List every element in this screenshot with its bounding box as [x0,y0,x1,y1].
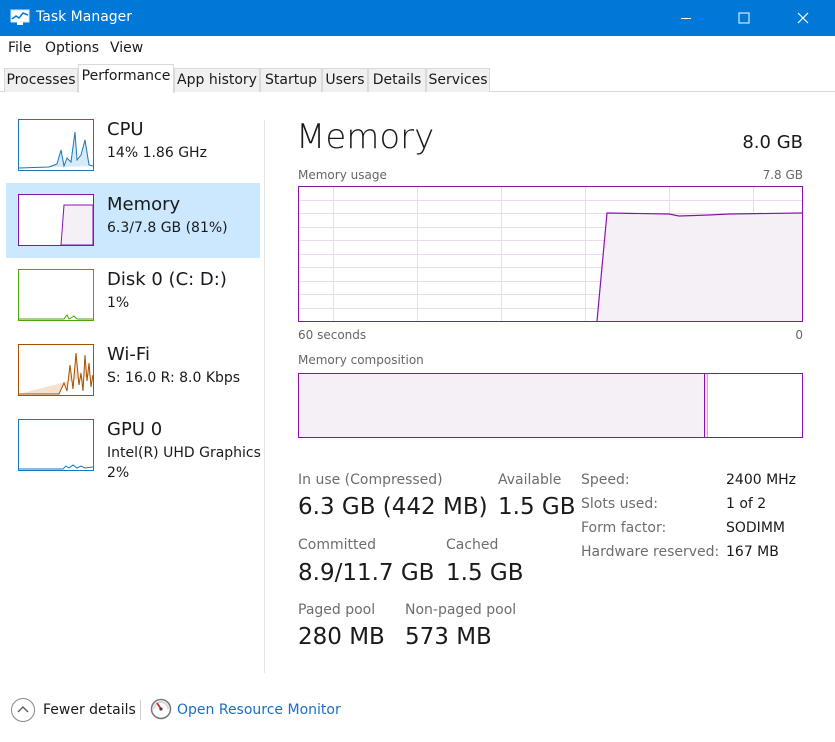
memory-thumbnail-graph [18,194,94,246]
sidebar-item-wifi[interactable]: Wi-Fi S: 16.0 R: 8.0 Kbps [6,333,260,408]
memory-composition-bar [298,373,803,438]
task-manager-icon [10,9,30,25]
maximize-button[interactable] [714,0,774,36]
resource-monitor-icon [150,698,172,720]
sidebar-item-detail-2: 2% [107,465,130,481]
tab-strip: Processes Performance App history Startu… [0,64,835,93]
sidebar-item-label: Memory [107,194,181,215]
chevron-up-icon[interactable] [11,698,35,722]
memory-usage-graph [298,186,803,322]
tab-users[interactable]: Users [322,68,368,92]
paged-pool-value: 280 MB [298,624,385,650]
committed-value: 8.9/11.7 GB [298,560,435,586]
in-use-value: 6.3 GB (442 MB) [298,494,488,520]
sidebar-item-cpu[interactable]: CPU 14% 1.86 GHz [6,108,260,183]
non-paged-pool-value: 573 MB [405,624,492,650]
graph-time-left: 60 seconds [298,328,367,342]
tab-details[interactable]: Details [368,68,426,92]
hardware-reserved-label: Hardware reserved: [581,544,720,560]
tab-performance[interactable]: Performance [78,64,174,93]
tab-startup[interactable]: Startup [260,68,322,92]
form-factor-value: SODIMM [726,520,785,536]
cached-value: 1.5 GB [446,560,524,586]
sidebar-item-label: GPU 0 [107,419,163,440]
sidebar-item-detail: Intel(R) UHD Graphics 6 [107,445,265,461]
close-button[interactable] [773,0,833,36]
sidebar-divider [264,120,265,673]
window-title: Task Manager [36,9,133,25]
memory-usage-label: Memory usage [298,168,387,182]
disk-thumbnail-graph [18,269,94,321]
sidebar-item-label: CPU [107,119,144,140]
graph-time-right: 0 [795,328,803,342]
paged-pool-label: Paged pool [298,602,376,618]
slots-used-label: Slots used: [581,496,658,512]
hardware-reserved-value: 167 MB [726,544,779,560]
sidebar-item-gpu[interactable]: GPU 0 Intel(R) UHD Graphics 6 2% [6,408,265,483]
sidebar-item-detail: S: 16.0 R: 8.0 Kbps [107,370,241,386]
memory-composition-label: Memory composition [298,353,424,367]
wifi-thumbnail-graph [18,344,94,396]
in-use-label: In use (Compressed) [298,472,443,488]
page-title: Memory [296,117,435,157]
sidebar-item-detail: 6.3/7.8 GB (81%) [107,220,228,236]
non-paged-pool-label: Non-paged pool [405,602,517,618]
sidebar-item-memory[interactable]: Memory 6.3/7.8 GB (81%) [6,183,260,258]
memory-total: 8.0 GB [742,132,803,153]
sidebar-item-detail: 1% [107,295,130,311]
available-value: 1.5 GB [498,494,576,520]
memory-usage-max: 7.8 GB [762,168,803,182]
tab-app-history[interactable]: App history [174,68,260,92]
available-label: Available [498,472,562,488]
menu-file[interactable]: File [8,40,31,56]
cached-label: Cached [446,537,499,553]
slots-used-value: 1 of 2 [726,496,767,512]
minimize-icon [681,18,691,19]
form-factor-label: Form factor: [581,520,667,536]
sidebar-item-label: Disk 0 (C: D:) [107,269,227,290]
tab-services[interactable]: Services [426,68,490,92]
menu-bar: File Options View [0,36,835,62]
committed-label: Committed [298,537,376,553]
footer-divider [140,700,141,720]
speed-value: 2400 MHz [726,472,797,488]
sidebar-item-disk[interactable]: Disk 0 (C: D:) 1% [6,258,260,333]
maximize-icon [738,12,750,24]
fewer-details-button[interactable]: Fewer details [43,702,136,718]
title-bar: Task Manager [0,0,835,36]
gpu-thumbnail-graph [18,419,94,471]
menu-options[interactable]: Options [45,40,99,56]
open-resource-monitor-link[interactable]: Open Resource Monitor [177,702,341,718]
cpu-thumbnail-graph [18,119,94,171]
sidebar-item-detail: 14% 1.86 GHz [107,145,207,161]
speed-label: Speed: [581,472,630,488]
menu-view[interactable]: View [110,40,143,56]
footer: Fewer details Open Resource Monitor [0,690,835,730]
tab-processes[interactable]: Processes [4,68,78,92]
close-icon [797,12,809,24]
minimize-button[interactable] [656,0,716,36]
sidebar-item-label: Wi-Fi [107,344,150,365]
